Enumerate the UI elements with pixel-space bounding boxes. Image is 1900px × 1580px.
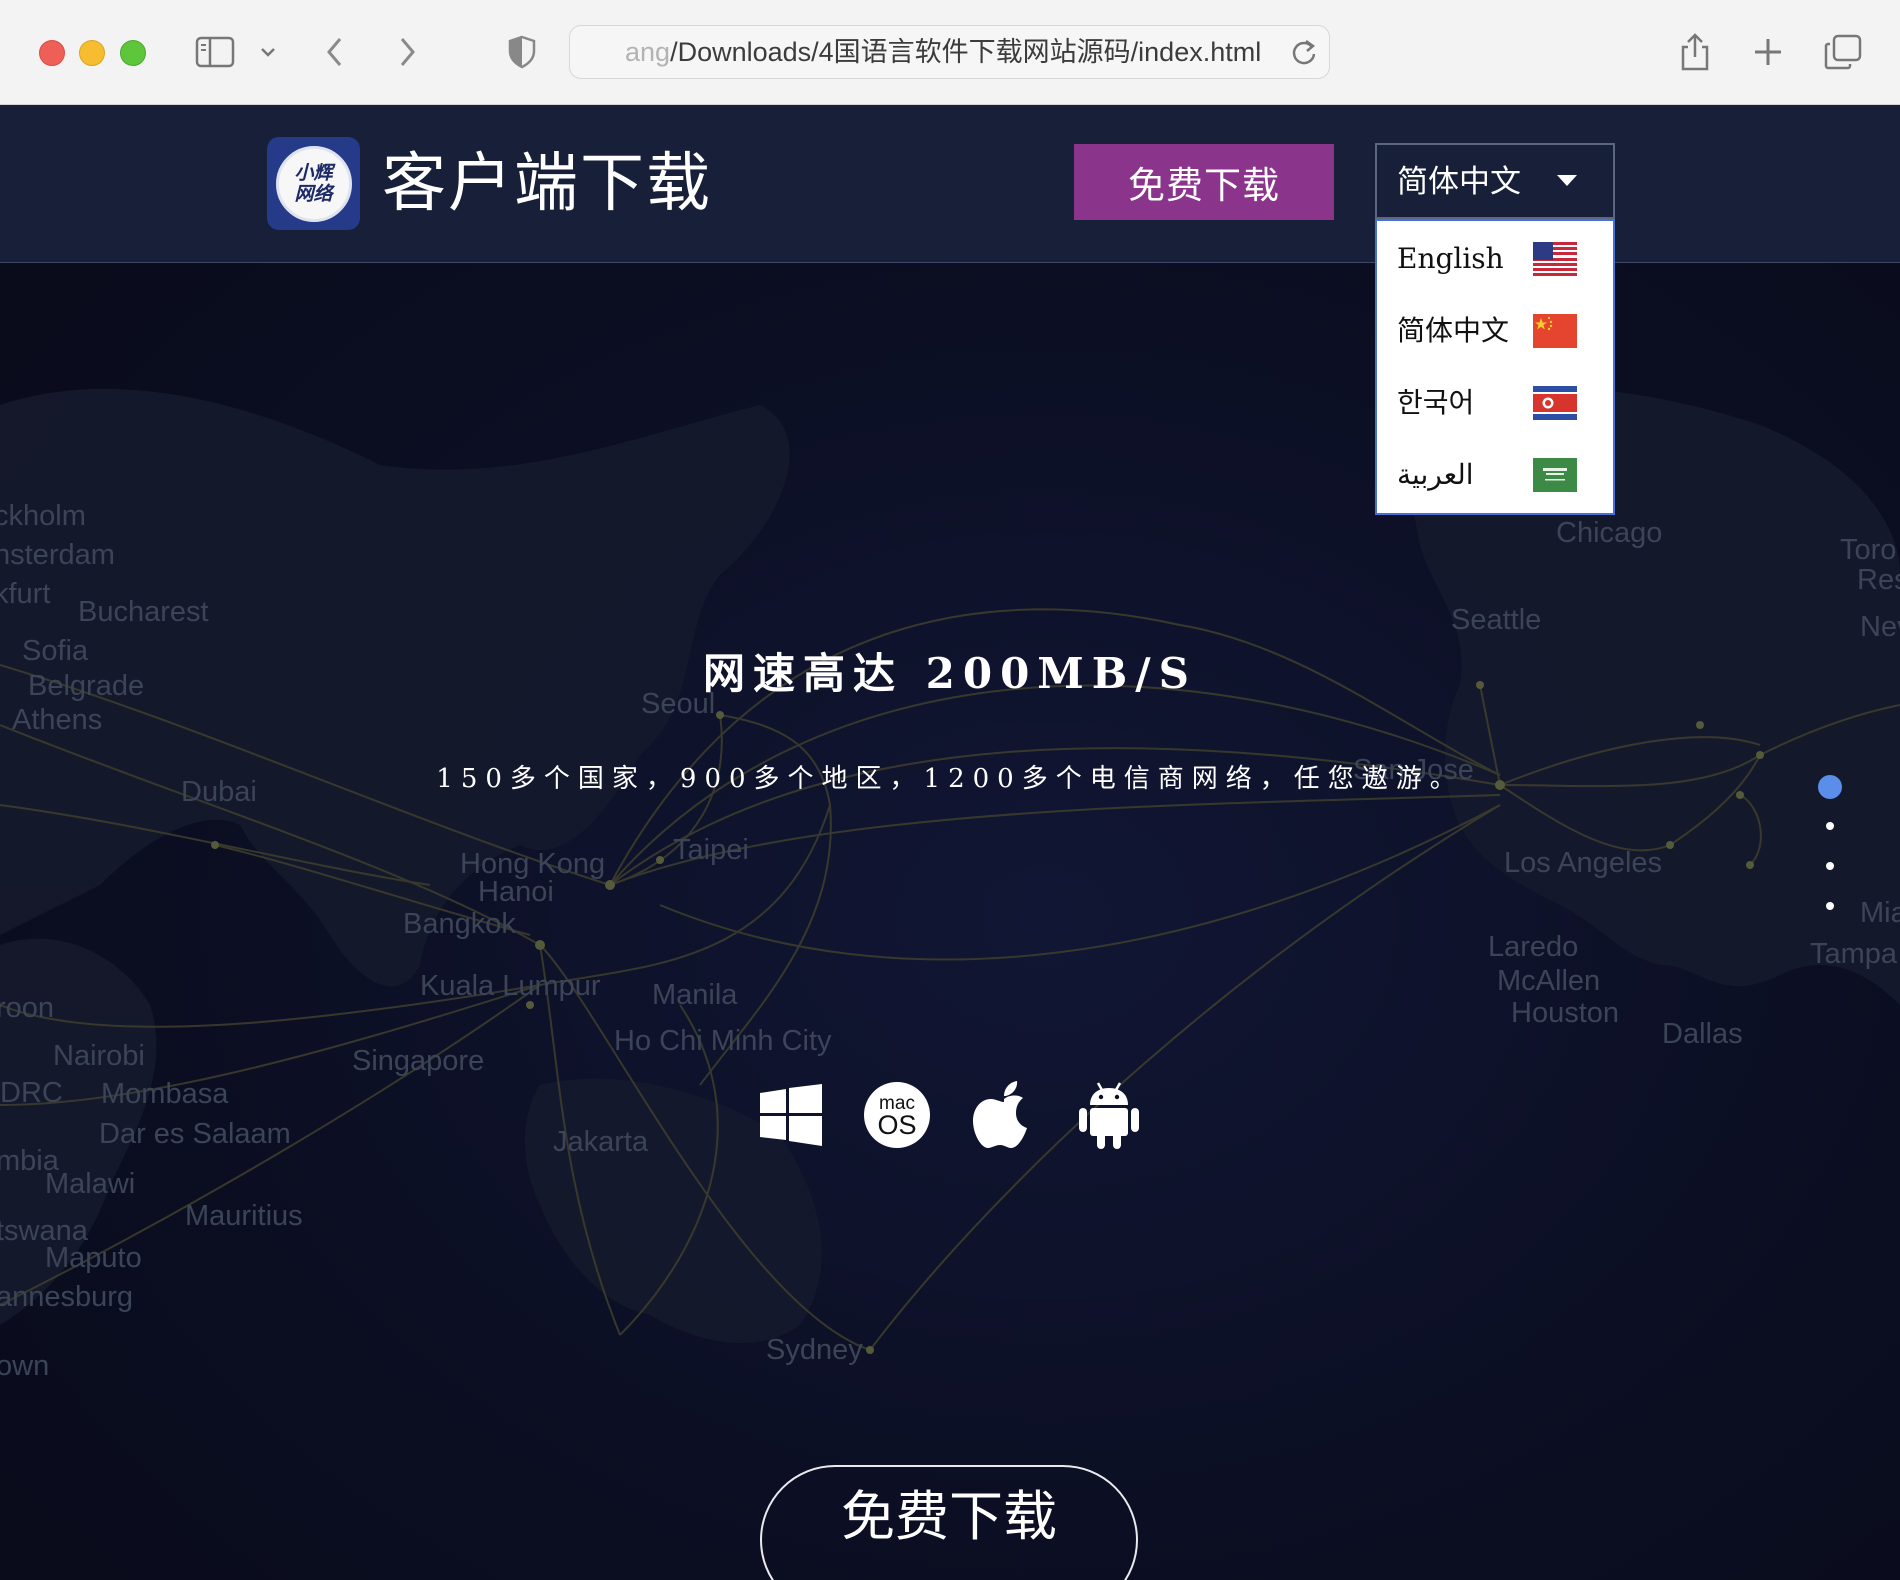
- city-label: Kuala Lumpur: [420, 970, 601, 1002]
- maximize-window-button[interactable]: [120, 40, 146, 66]
- city-label: Manila: [652, 979, 738, 1011]
- hero-headline: 网速高达 200MB/S: [703, 649, 1197, 698]
- apple-icon[interactable]: [969, 1080, 1039, 1150]
- language-option-arabic[interactable]: العربية: [1377, 439, 1613, 511]
- pager-dot[interactable]: [1826, 862, 1834, 870]
- minimize-window-button[interactable]: [79, 40, 105, 66]
- language-option-korean[interactable]: 한국어: [1377, 367, 1613, 439]
- new-tab-icon[interactable]: [1746, 30, 1790, 74]
- logo-text-line2: 网络: [294, 182, 333, 205]
- city-label: Singapore: [352, 1045, 484, 1077]
- city-label: Mauritius: [185, 1200, 303, 1232]
- city-label: own: [0, 1350, 49, 1382]
- caret-down-icon: [1557, 175, 1577, 186]
- city-label: Maputo: [45, 1242, 142, 1274]
- back-icon[interactable]: [313, 30, 357, 74]
- north-korea-flag-icon: [1533, 386, 1577, 420]
- site-logo[interactable]: 小辉 网络: [267, 137, 360, 230]
- privacy-shield-icon[interactable]: [500, 30, 544, 74]
- close-window-button[interactable]: [39, 40, 65, 66]
- windows-icon[interactable]: [756, 1080, 826, 1150]
- city-label: DRC: [0, 1077, 63, 1109]
- city-label: Houston: [1511, 997, 1619, 1029]
- share-icon[interactable]: [1673, 30, 1717, 74]
- android-icon[interactable]: [1074, 1080, 1144, 1150]
- forward-icon[interactable]: [385, 30, 429, 74]
- city-label: Mia: [1860, 897, 1900, 929]
- language-dropdown-menu: English 简体中文 한국어 العربية: [1375, 219, 1615, 515]
- language-option-label: English: [1397, 242, 1504, 275]
- page-title: 客户端下载: [382, 147, 712, 221]
- url-text: ang/Downloads/4国语言软件下载网站源码/index.html: [625, 37, 1262, 67]
- city-label: Nairobi: [53, 1040, 145, 1072]
- pager-dot[interactable]: [1826, 902, 1834, 910]
- city-label: Taipei: [673, 834, 749, 866]
- language-option-label: 简体中文: [1397, 314, 1510, 347]
- city-label: Los Angeles: [1504, 847, 1662, 879]
- webpage: ckholm nsterdam kfurt Bucharest Sofia Be…: [0, 105, 1900, 1580]
- tab-overview-icon[interactable]: [1821, 30, 1865, 74]
- city-label: roon: [0, 992, 54, 1024]
- city-label: Laredo: [1488, 931, 1578, 963]
- pager-dot[interactable]: [1818, 775, 1842, 799]
- hero-download-button[interactable]: 免费下载: [760, 1465, 1138, 1580]
- us-flag-icon: [1533, 242, 1577, 276]
- hero-subtitle: 150多个国家，900多个地区，1200多个电信商网络，任您遨游。: [436, 764, 1464, 794]
- city-label: Bucharest: [78, 596, 209, 628]
- city-label: Mombasa: [101, 1078, 229, 1110]
- city-label: Jakarta: [553, 1126, 649, 1158]
- city-label: Res: [1857, 564, 1900, 596]
- sidebar-toggle-icon[interactable]: [193, 30, 237, 74]
- city-label: McAllen: [1497, 965, 1600, 997]
- address-bar[interactable]: ang/Downloads/4国语言软件下载网站源码/index.html: [569, 25, 1330, 79]
- city-label: Dar es Salaam: [99, 1118, 291, 1150]
- reload-icon[interactable]: [1291, 38, 1317, 71]
- pager-dot[interactable]: [1826, 822, 1834, 830]
- logo-badge: 小辉 网络: [275, 145, 352, 222]
- city-label: nsterdam: [0, 539, 115, 571]
- city-label: ckholm: [0, 500, 86, 532]
- logo-text-line1: 小辉: [294, 161, 333, 184]
- language-option-english[interactable]: English: [1377, 223, 1613, 295]
- city-label: Chicago: [1556, 517, 1662, 549]
- world-network-map: ckholm nsterdam kfurt Bucharest Sofia Be…: [0, 387, 1900, 1382]
- language-option-label: 한국어: [1397, 386, 1475, 419]
- chevron-down-icon[interactable]: [246, 30, 290, 74]
- city-label: Malawi: [45, 1168, 135, 1200]
- city-label: Athens: [12, 704, 102, 736]
- city-label: kfurt: [0, 578, 50, 610]
- svg-text:OS: OS: [877, 1110, 916, 1140]
- browser-toolbar: ang/Downloads/4国语言软件下载网站源码/index.html: [0, 0, 1900, 105]
- city-label: Tampa: [1810, 938, 1898, 970]
- platform-icons: mac OS: [756, 1080, 1146, 1160]
- city-label: annesburg: [0, 1281, 133, 1313]
- site-header: 小辉 网络 客户端下载 免费下载 简体中文: [0, 105, 1900, 263]
- saudi-flag-icon: [1533, 458, 1577, 492]
- city-label: Dallas: [1662, 1018, 1743, 1050]
- language-option-chinese[interactable]: 简体中文: [1377, 295, 1613, 367]
- language-select-value: 简体中文: [1397, 164, 1521, 200]
- city-label: Hanoi: [478, 876, 554, 908]
- city-label: Sydney: [766, 1334, 863, 1366]
- city-label: Seattle: [1451, 604, 1541, 636]
- macos-icon[interactable]: mac OS: [862, 1080, 932, 1150]
- city-label: Toro: [1840, 534, 1896, 566]
- city-label: Nev: [1860, 611, 1900, 643]
- city-label: Ho Chi Minh City: [614, 1025, 832, 1057]
- china-flag-icon: [1533, 314, 1577, 348]
- header-download-button[interactable]: 免费下载: [1074, 144, 1334, 220]
- language-select[interactable]: 简体中文: [1375, 143, 1615, 219]
- language-option-label: العربية: [1397, 458, 1474, 491]
- city-label: Bangkok: [403, 908, 516, 940]
